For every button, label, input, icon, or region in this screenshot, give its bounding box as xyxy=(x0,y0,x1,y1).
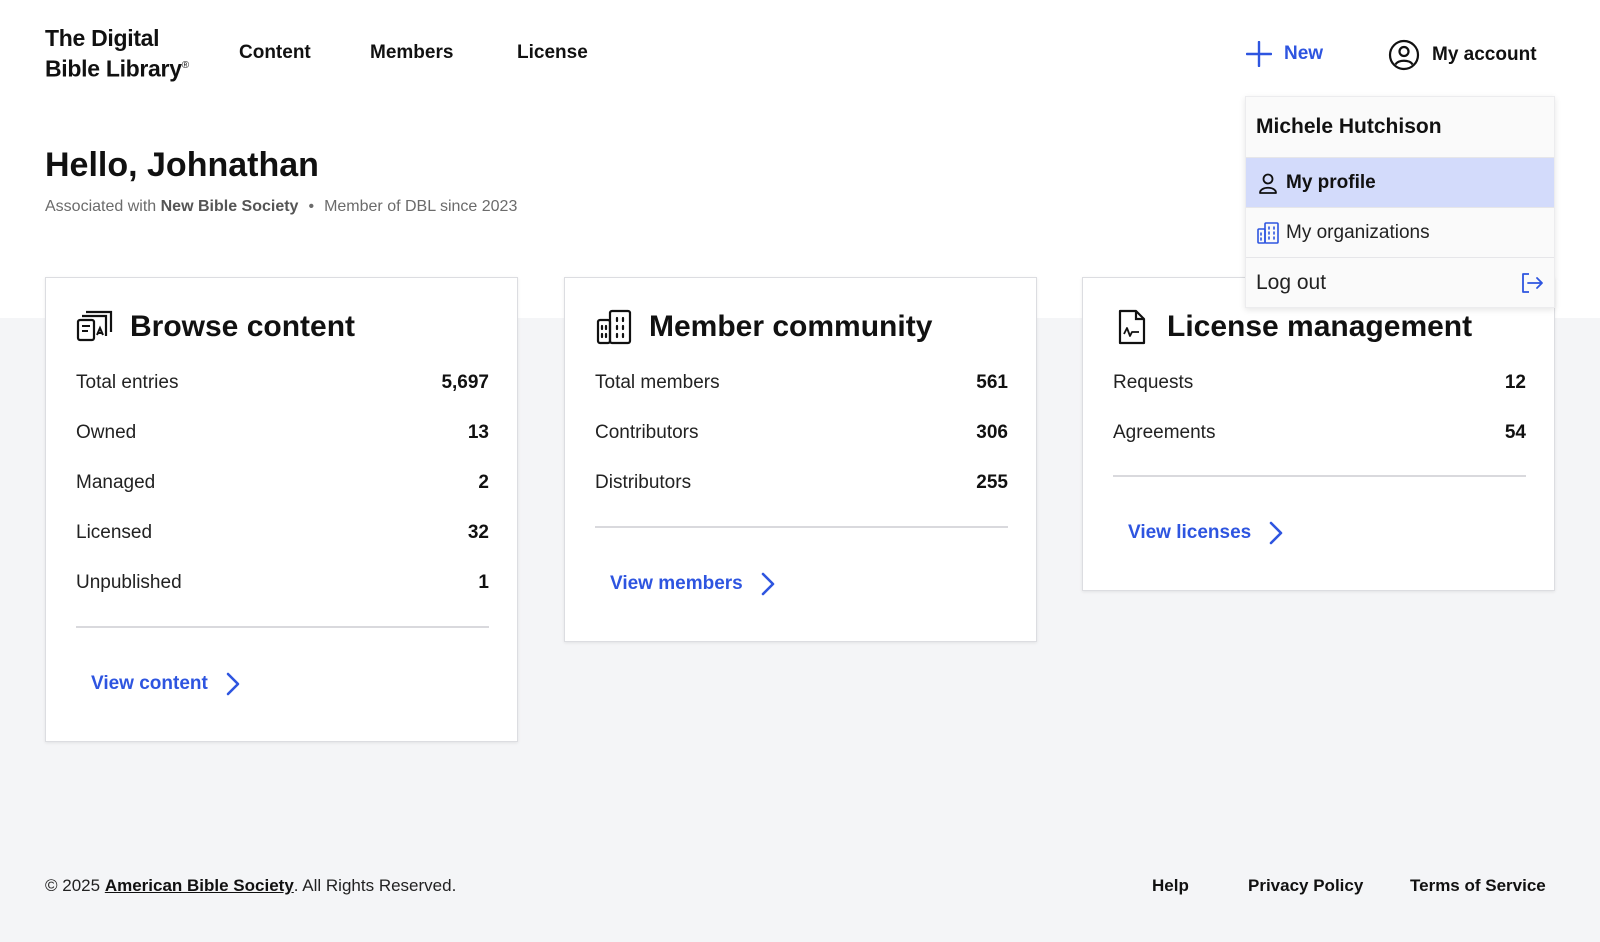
view-members-link[interactable]: View members xyxy=(610,572,775,596)
site-logo[interactable]: The Digital Bible Library® xyxy=(45,25,189,83)
stat-value: 32 xyxy=(467,522,489,543)
stat-value: 13 xyxy=(467,422,489,443)
view-content-label: View content xyxy=(91,673,208,694)
copyright-suffix: . All Rights Reserved. xyxy=(293,876,457,895)
stat-row: Contributors 306 xyxy=(595,408,1008,458)
stat-value: 2 xyxy=(478,472,489,493)
menu-item-label: My organizations xyxy=(1286,221,1430,243)
page-title: Hello, Johnathan xyxy=(45,146,319,184)
stat-label: Unpublished xyxy=(76,572,182,593)
stat-value: 54 xyxy=(1504,422,1526,443)
person-icon xyxy=(1259,173,1277,194)
stat-label: Requests xyxy=(1113,372,1194,393)
menu-item-my-profile[interactable]: My profile xyxy=(1246,158,1554,208)
license-document-icon xyxy=(1118,309,1146,345)
view-members-label: View members xyxy=(610,573,743,594)
browse-content-icon xyxy=(76,310,113,342)
chevron-right-icon xyxy=(761,572,775,596)
account-dropdown-menu: Michele Hutchison My profile My organiza… xyxy=(1245,96,1555,308)
stat-row: Agreements 54 xyxy=(1113,408,1526,458)
card-title-label: Member community xyxy=(649,310,933,343)
stat-value: 561 xyxy=(976,372,1008,393)
stat-value: 12 xyxy=(1504,372,1526,393)
user-circle-icon xyxy=(1388,39,1420,71)
stat-label: Total members xyxy=(595,372,720,393)
card-title-label: Browse content xyxy=(130,310,356,343)
association-line: Associated with New Bible Society • Member… xyxy=(45,198,517,216)
card-title: Member community xyxy=(595,308,932,346)
assoc-prefix: Associated with xyxy=(45,198,157,215)
stat-value: 255 xyxy=(976,472,1008,493)
menu-item-label: Log out xyxy=(1256,271,1327,294)
stat-row: Total entries 5,697 xyxy=(76,358,489,408)
footer-help-link[interactable]: Help xyxy=(1152,876,1189,896)
view-licenses-label: View licenses xyxy=(1128,522,1252,543)
stat-value: 1 xyxy=(478,572,489,593)
stat-row: Licensed 32 xyxy=(76,508,489,558)
account-user-name: Michele Hutchison xyxy=(1246,97,1554,158)
nav-content[interactable]: Content xyxy=(239,42,311,64)
view-content-link[interactable]: View content xyxy=(91,672,240,696)
registered-mark: ® xyxy=(181,60,189,71)
menu-item-log-out[interactable]: Log out xyxy=(1246,258,1554,308)
stat-label: Agreements xyxy=(1113,422,1216,443)
member-community-card: Member community Total members 561 Contri… xyxy=(564,277,1037,642)
copyright-notice: © 2025 American Bible Society. All Right… xyxy=(45,876,456,896)
card-title: Browse content xyxy=(76,308,355,346)
card-title: License management xyxy=(1113,308,1472,346)
menu-item-my-organizations[interactable]: My organizations xyxy=(1246,208,1554,258)
plus-icon xyxy=(1246,41,1272,67)
stat-label: Distributors xyxy=(595,472,692,493)
building-icon xyxy=(596,309,632,345)
stat-row: Distributors 255 xyxy=(595,458,1008,508)
nav-license[interactable]: License xyxy=(517,42,588,64)
copyright-prefix: © 2025 xyxy=(45,876,101,895)
card-title-label: License management xyxy=(1167,310,1473,343)
logo-line-1: The Digital xyxy=(45,25,160,51)
divider xyxy=(595,526,1008,528)
member-since: Member of DBL since 2023 xyxy=(324,198,518,215)
stat-value: 5,697 xyxy=(441,372,489,393)
organization-name: New Bible Society xyxy=(160,198,299,215)
stat-label: Contributors xyxy=(595,422,699,443)
stats-list: Total entries 5,697 Owned 13 Managed 2 Lice… xyxy=(76,358,489,608)
separator-dot: • xyxy=(308,198,315,215)
footer-privacy-policy-link[interactable]: Privacy Policy xyxy=(1248,876,1363,896)
stats-list: Total members 561 Contributors 306 Distrib… xyxy=(595,358,1008,508)
stats-list: Requests 12 Agreements 54 xyxy=(1113,358,1526,458)
stat-label: Owned xyxy=(76,422,137,443)
divider xyxy=(76,626,489,628)
footer-terms-of-service-link[interactable]: Terms of Service xyxy=(1410,876,1546,896)
american-bible-society-link[interactable]: American Bible Society xyxy=(105,876,294,895)
divider xyxy=(1113,475,1526,477)
new-button-label: New xyxy=(1284,43,1324,64)
chevron-right-icon xyxy=(1269,521,1283,545)
new-button[interactable]: New xyxy=(1246,38,1323,70)
stat-row: Unpublished 1 xyxy=(76,558,489,608)
nav-members[interactable]: Members xyxy=(370,42,453,64)
stat-label: Managed xyxy=(76,472,156,493)
my-account-label: My account xyxy=(1432,44,1537,65)
stat-row: Requests 12 xyxy=(1113,358,1526,408)
stat-row: Total members 561 xyxy=(595,358,1008,408)
logo-line-2: Bible Library xyxy=(45,55,182,82)
stat-value: 306 xyxy=(976,422,1008,443)
logout-icon xyxy=(1522,273,1543,293)
menu-item-label: My profile xyxy=(1286,171,1376,193)
stat-label: Total entries xyxy=(76,372,179,393)
chevron-right-icon xyxy=(226,672,240,696)
building-icon xyxy=(1257,221,1279,244)
my-account-button[interactable]: My account xyxy=(1388,38,1537,72)
stat-label: Licensed xyxy=(76,522,153,543)
view-licenses-link[interactable]: View licenses xyxy=(1128,521,1283,545)
license-management-card: License management Requests 12 Agreements… xyxy=(1082,277,1555,591)
stat-row: Owned 13 xyxy=(76,408,489,458)
browse-content-card: Browse content Total entries 5,697 Owned 1… xyxy=(45,277,518,742)
stat-row: Managed 2 xyxy=(76,458,489,508)
